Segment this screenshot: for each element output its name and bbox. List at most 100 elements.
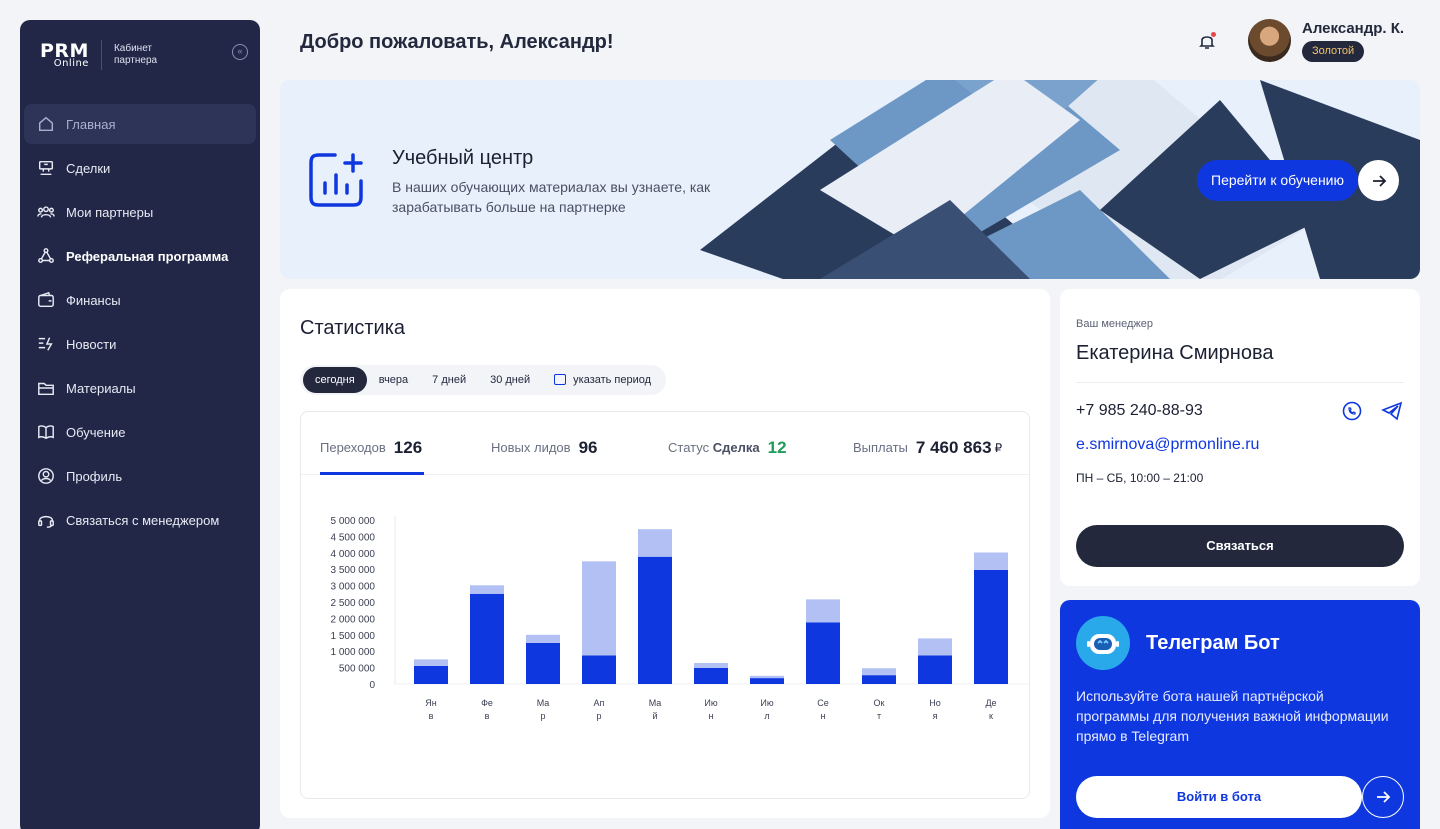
- metric-deal-status[interactable]: Статус Сделка 12: [668, 438, 787, 458]
- sidebar-item-label: Сделки: [66, 160, 111, 176]
- bar-secondary[interactable]: [470, 585, 504, 594]
- bar-secondary[interactable]: [918, 638, 952, 656]
- period-selector: сегодня вчера 7 дней 30 дней указать пер…: [300, 365, 667, 395]
- manager-card: Ваш менеджер Екатерина Смирнова +7 985 2…: [1060, 289, 1420, 586]
- avatar[interactable]: [1248, 19, 1291, 62]
- logo[interactable]: PRM Online Кабинет партнера: [40, 40, 174, 70]
- contact-manager-button[interactable]: Связаться: [1076, 525, 1404, 567]
- metric-leads[interactable]: Новых лидов 96: [491, 438, 597, 458]
- metric-value: 126: [393, 438, 423, 457]
- bar-secondary[interactable]: [694, 663, 728, 668]
- go-to-learning-button[interactable]: Перейти к обучению: [1197, 160, 1359, 201]
- deals-icon: [36, 158, 56, 178]
- bar-secondary[interactable]: [414, 659, 448, 666]
- bar-primary[interactable]: [582, 655, 616, 684]
- metric-value: 12: [767, 438, 787, 457]
- chart-plus-icon: [309, 153, 363, 207]
- bar-secondary[interactable]: [862, 668, 896, 676]
- calendar-icon: [554, 374, 567, 385]
- bar-secondary[interactable]: [750, 675, 784, 679]
- period-custom-label: указать период: [573, 374, 652, 386]
- telegram-bot-description: Используйте бота нашей партнёрской прогр…: [1076, 688, 1389, 744]
- bar-primary[interactable]: [918, 655, 952, 684]
- period-custom[interactable]: указать период: [542, 367, 663, 393]
- x-tick-label: Ма й: [649, 698, 662, 721]
- sidebar-item-finance[interactable]: Финансы: [24, 280, 256, 320]
- sidebar-item-referral[interactable]: Реферальная программа: [24, 236, 256, 276]
- bar-primary[interactable]: [414, 665, 448, 684]
- metric-label: Переходов: [320, 440, 386, 455]
- x-tick-label: Де к: [985, 698, 996, 721]
- metric-payouts[interactable]: Выплаты 7 460 863 ₽: [853, 438, 1002, 458]
- page-title: Добро пожаловать, Александр!: [300, 31, 614, 53]
- y-tick-label: 2 000 000: [331, 614, 376, 625]
- bar-primary[interactable]: [638, 556, 672, 684]
- headset-icon: [36, 510, 56, 530]
- telegram-bot-card: Телеграм Бот Используйте бота нашей парт…: [1060, 600, 1420, 829]
- collapse-sidebar-icon[interactable]: «: [232, 44, 248, 60]
- bar-secondary[interactable]: [638, 529, 672, 557]
- arrow-right-icon[interactable]: [1362, 776, 1404, 818]
- sidebar-item-profile[interactable]: Профиль: [24, 456, 256, 496]
- sidebar-item-partners[interactable]: Мои партнеры: [24, 192, 256, 232]
- active-metric-indicator: [320, 472, 424, 475]
- metric-status-name: Сделка: [712, 440, 760, 455]
- stats-card: Переходов 126 Новых лидов 96 Статус Сделка…: [300, 411, 1030, 799]
- bell-icon[interactable]: [1197, 31, 1219, 53]
- wallet-icon: [36, 290, 56, 310]
- telegram-bot-title: Телеграм Бот: [1146, 632, 1280, 654]
- status-badge: Золотой: [1302, 41, 1365, 62]
- y-tick-label: 500 000: [339, 664, 376, 675]
- bar-secondary[interactable]: [526, 634, 560, 643]
- bar-primary[interactable]: [470, 593, 504, 684]
- bar-secondary[interactable]: [582, 561, 616, 656]
- bar-secondary[interactable]: [974, 552, 1008, 570]
- sidebar: PRM Online Кабинет партнера « Главная Сд…: [20, 20, 260, 829]
- period-7-days[interactable]: 7 дней: [420, 367, 478, 393]
- bar-primary[interactable]: [806, 622, 840, 684]
- sidebar-item-label: Новости: [66, 336, 117, 352]
- sidebar-item-news[interactable]: Новости: [24, 324, 256, 364]
- profile-icon: [36, 466, 56, 486]
- bar-primary[interactable]: [750, 678, 784, 684]
- sidebar-item-home[interactable]: Главная: [24, 104, 256, 144]
- arrow-right-icon[interactable]: [1358, 160, 1399, 201]
- telegram-icon[interactable]: [1381, 400, 1403, 422]
- learning-center-banner: Учебный центр В наших обучающих материал…: [280, 80, 1420, 279]
- folder-icon: [36, 378, 56, 398]
- manager-label: Ваш менеджер: [1076, 318, 1153, 330]
- sidebar-item-label: Материалы: [66, 380, 136, 396]
- bar-primary[interactable]: [862, 675, 896, 684]
- manager-phone[interactable]: +7 985 240-88-93: [1076, 402, 1203, 420]
- period-30-days[interactable]: 30 дней: [478, 367, 542, 393]
- logo-divider: [100, 40, 102, 70]
- notification-dot: [1211, 32, 1216, 37]
- manager-email[interactable]: e.smirnova@prmonline.ru: [1076, 436, 1259, 454]
- bar-primary[interactable]: [526, 643, 560, 684]
- manager-hours: ПН – СБ, 10:00 – 21:00: [1076, 471, 1204, 485]
- x-tick-label: Ма р: [537, 698, 550, 721]
- period-today[interactable]: сегодня: [303, 367, 367, 393]
- bar-primary[interactable]: [694, 667, 728, 684]
- sidebar-item-label: Финансы: [66, 292, 121, 308]
- sidebar-item-deals[interactable]: Сделки: [24, 148, 256, 188]
- metric-label: Новых лидов: [491, 440, 571, 455]
- sidebar-item-label: Профиль: [66, 468, 123, 484]
- bar-secondary[interactable]: [806, 599, 840, 623]
- payouts-chart: 0 500 000 1 000 000 1 500 000 2 000 000 2 500…: [331, 516, 1029, 721]
- sidebar-item-contact-manager[interactable]: Связаться с менеджером: [24, 500, 256, 540]
- y-tick-label: 4 500 000: [331, 532, 376, 543]
- news-icon: [36, 334, 56, 354]
- sidebar-item-label: Главная: [66, 116, 116, 132]
- referral-icon: [36, 246, 56, 266]
- banner-title: Учебный центр: [392, 147, 534, 169]
- period-yesterday[interactable]: вчера: [367, 367, 420, 393]
- sidebar-nav: Главная Сделки Мои партнеры Реферальная …: [24, 104, 256, 544]
- whatsapp-icon[interactable]: [1341, 400, 1363, 422]
- sidebar-item-materials[interactable]: Материалы: [24, 368, 256, 408]
- sidebar-item-learning[interactable]: Обучение: [24, 412, 256, 452]
- bar-primary[interactable]: [974, 569, 1008, 684]
- enter-bot-button[interactable]: Войти в бота: [1076, 776, 1362, 818]
- metric-clicks[interactable]: Переходов 126: [320, 438, 422, 458]
- x-tick-label: Ию н: [704, 698, 717, 721]
